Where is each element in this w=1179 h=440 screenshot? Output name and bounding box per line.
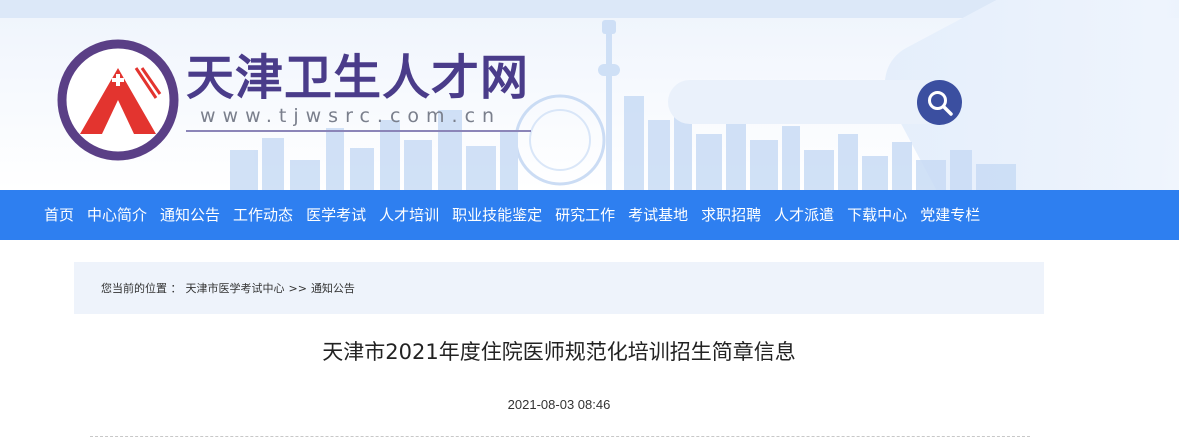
site-name: 天津卫生人才网 xyxy=(186,50,530,106)
article-title: 天津市2021年度住院医师规范化培训招生简章信息 xyxy=(322,340,796,364)
nav-item-skill-appraisal[interactable]: 职业技能鉴定 xyxy=(452,190,542,240)
nav-item-about[interactable]: 中心简介 xyxy=(87,190,147,240)
nav-item-downloads[interactable]: 下载中心 xyxy=(847,190,907,240)
nav-item-news[interactable]: 工作动态 xyxy=(233,190,293,240)
nav-item-dispatch[interactable]: 人才派遣 xyxy=(774,190,834,240)
nav-item-exam-base[interactable]: 考试基地 xyxy=(628,190,688,240)
main-nav: 首页 中心简介 通知公告 工作动态 医学考试 人才培训 职业技能鉴定 研究工作 … xyxy=(0,190,1179,240)
breadcrumb-link-notices[interactable]: 通知公告 xyxy=(311,280,355,296)
search-icon xyxy=(927,90,953,116)
article-date: 2021-08-03 08:46 xyxy=(507,397,611,412)
site-url: www.tjwsrc.com.cn xyxy=(200,105,502,127)
site-logo[interactable] xyxy=(56,38,180,162)
nav-item-home[interactable]: 首页 xyxy=(44,190,74,240)
url-underline xyxy=(186,130,531,132)
nav-item-jobs[interactable]: 求职招聘 xyxy=(701,190,761,240)
nav-item-notices[interactable]: 通知公告 xyxy=(160,190,220,240)
breadcrumb-prefix: 您当前的位置 ： xyxy=(101,282,182,295)
nav-item-research[interactable]: 研究工作 xyxy=(555,190,615,240)
breadcrumb-separator: >> xyxy=(288,281,307,295)
nav-item-training[interactable]: 人才培训 xyxy=(379,190,439,240)
nav-item-party[interactable]: 党建专栏 xyxy=(920,190,980,240)
breadcrumb-link-center[interactable]: 天津市医学考试中心 xyxy=(186,280,285,296)
search-button[interactable] xyxy=(917,80,962,125)
site-header: 天津卫生人才网 www.tjwsrc.com.cn xyxy=(0,0,1179,190)
breadcrumb: 您当前的位置 ： 天津市医学考试中心 >> 通知公告 xyxy=(74,262,1044,314)
article-divider xyxy=(90,436,1030,437)
search-input[interactable] xyxy=(668,80,958,124)
nav-item-medical-exam[interactable]: 医学考试 xyxy=(306,190,366,240)
